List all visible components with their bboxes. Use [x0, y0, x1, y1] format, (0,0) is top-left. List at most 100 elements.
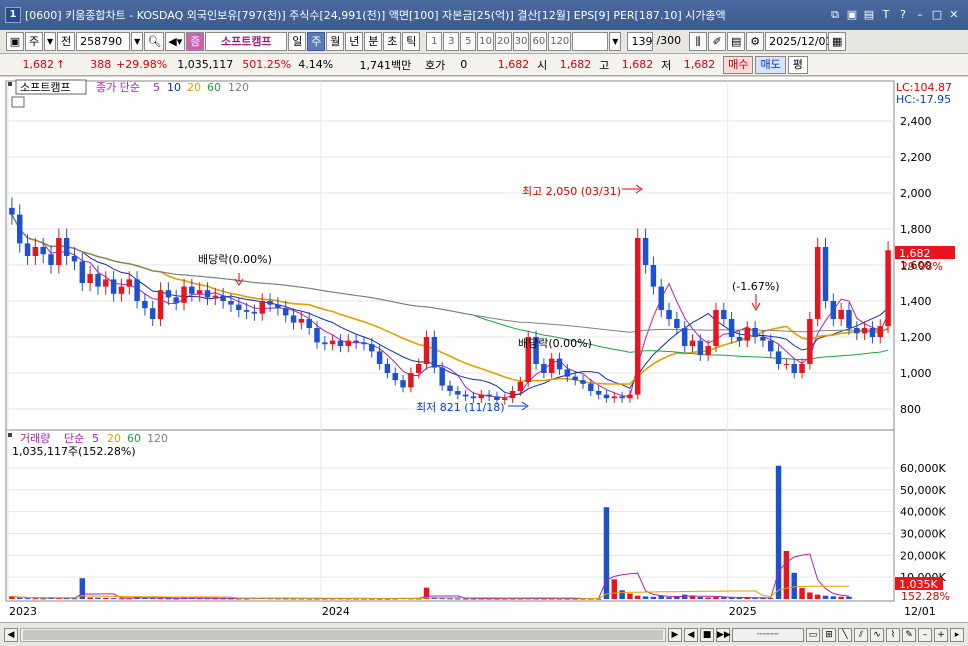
handle-icon[interactable] [8, 82, 12, 86]
zoom-range-icon[interactable]: ┈┈┈┈ [732, 627, 804, 642]
date-input[interactable]: 2025/12/01 [765, 32, 833, 51]
line-tool-icon[interactable]: ╲ [838, 627, 852, 642]
pen-tool-icon[interactable]: ✎ [902, 627, 916, 642]
fib-tool-icon[interactable]: ⫽ [854, 627, 868, 642]
count-input[interactable]: 139 [627, 32, 654, 51]
zoom-out-icon[interactable]: – [918, 627, 932, 642]
restore-icon[interactable]: ⧉ [827, 7, 843, 23]
count-total: /300 [656, 34, 682, 47]
volume-bar [619, 590, 625, 599]
candle-body [259, 301, 265, 314]
candle-body [736, 337, 743, 341]
candle-body [275, 304, 281, 309]
calendar-icon[interactable]: ▦ [828, 32, 847, 51]
buy-button[interactable]: 매수 [723, 55, 754, 74]
scroll-track[interactable] [20, 627, 666, 642]
step-3[interactable]: 3 [443, 32, 460, 51]
price-tick-label: 1,200 [900, 331, 932, 344]
volume-bar [666, 597, 672, 599]
step-20[interactable]: 20 [495, 32, 512, 51]
play-forward-icon[interactable]: ▶▶ [716, 627, 731, 642]
candle-body [509, 391, 516, 399]
vol-last: 1,035,117주(152.28%) [12, 445, 136, 458]
scroll-right-icon[interactable]: ▶ [668, 627, 682, 642]
candle-body [470, 396, 477, 399]
volume-axis: 10,000K20,000K30,000K40,000K50,000K60,00… [900, 462, 946, 584]
zoom-in-icon[interactable]: + [934, 627, 948, 642]
step-custom-input[interactable] [572, 32, 609, 51]
candle-body [24, 243, 31, 256]
tab-day[interactable]: 일 [288, 32, 307, 51]
step-5[interactable]: 5 [460, 32, 477, 51]
step-30[interactable]: 30 [512, 32, 530, 51]
tab-month[interactable]: 월 [326, 32, 345, 51]
up-arrow-icon: ↑ [56, 58, 66, 71]
tab-minute[interactable]: 분 [364, 32, 383, 51]
vol-handle-icon[interactable] [8, 433, 12, 437]
avg-button[interactable]: 평 [787, 55, 808, 74]
candle-body [556, 358, 563, 370]
settings-icon[interactable]: ⚙ [746, 32, 765, 51]
tab-week[interactable]: 주 [307, 32, 326, 51]
candle-body [110, 279, 117, 294]
text-icon[interactable]: T [878, 7, 894, 23]
maximize-icon[interactable]: □ [929, 7, 945, 23]
tile-icon[interactable]: ▤ [861, 7, 877, 23]
tab-tick[interactable]: 틱 [402, 32, 421, 51]
toolbar: ▣ 주 ▼ 전 258790 ▼ 🔍︎ ◀▾ 증 소프트캠프 일 주 월 년 분… [0, 30, 968, 54]
candle-body [392, 373, 398, 381]
stop-icon[interactable]: ■ [700, 627, 714, 642]
volume-panel[interactable] [5, 429, 895, 602]
layout-icon[interactable]: ▣ [6, 32, 24, 51]
step-10[interactable]: 10 [477, 32, 494, 51]
candle-type-icon[interactable]: ⫼ [689, 32, 708, 51]
speaker-icon[interactable]: ◀▾ [165, 32, 186, 51]
candle-body [439, 367, 445, 386]
volume-bar [791, 572, 797, 599]
candle-body [689, 340, 696, 346]
popout-icon[interactable]: ▣ [844, 7, 860, 23]
save-icon[interactable]: ▤ [727, 32, 746, 51]
close-icon[interactable]: ✕ [946, 7, 962, 23]
chart-area[interactable]: 800 1,000 1,200 1,400 1,600 1,800 2,000 2,200 2,… [0, 77, 968, 622]
table-icon[interactable] [11, 96, 25, 108]
period-select[interactable]: 주 [25, 32, 43, 51]
code-input[interactable]: 258790 [76, 32, 131, 51]
pin-icon[interactable]: 증 [186, 32, 205, 51]
candle-body [486, 394, 492, 397]
scroll-thumb[interactable] [23, 629, 663, 640]
candle-body [290, 315, 297, 323]
search-icon[interactable]: 🔍︎ [144, 32, 165, 51]
scroll-left-icon[interactable]: ◀ [4, 627, 18, 642]
step-60[interactable]: 60 [530, 32, 548, 51]
cross-icon[interactable]: ⊞ [822, 627, 836, 642]
draw-tool-icon-2[interactable]: ⌇ [886, 627, 900, 642]
more-icon[interactable]: ▸ [950, 627, 964, 642]
stock-tab-label: 소프트캠프 [20, 81, 71, 94]
tab-second[interactable]: 초 [383, 32, 402, 51]
step-dropdown-icon[interactable]: ▼ [609, 32, 622, 51]
code-dropdown-icon[interactable]: ▼ [131, 32, 144, 51]
wave-tool-icon[interactable]: ∿ [870, 627, 884, 642]
play-back-icon[interactable]: ◀ [684, 627, 698, 642]
prev-button[interactable]: 전 [57, 32, 76, 51]
candle-body [423, 337, 430, 364]
period-dropdown-icon[interactable]: ▼ [44, 32, 57, 51]
chart-svg[interactable]: 8001,0001,2001,4001,6001,8002,0002,2002,… [0, 77, 968, 622]
sell-button[interactable]: 매도 [755, 55, 786, 74]
help-icon[interactable]: ? [895, 7, 911, 23]
candle-body [635, 238, 641, 395]
price-tick-label: 800 [900, 403, 921, 416]
draw-tool-icon[interactable]: ✐ [708, 32, 727, 51]
tab-year[interactable]: 년 [345, 32, 364, 51]
minimize-icon[interactable]: – [912, 7, 928, 23]
x-tick-label: 2025 [729, 605, 757, 618]
candle-body [603, 394, 610, 399]
candle-body [384, 364, 391, 373]
step-1[interactable]: 1 [426, 32, 443, 51]
step-120[interactable]: 120 [548, 32, 572, 51]
marker-icon[interactable]: ▭ [806, 627, 820, 642]
quote-price: 1,682 [22, 58, 55, 71]
candle-body [431, 337, 438, 368]
price-panel[interactable] [5, 80, 895, 431]
